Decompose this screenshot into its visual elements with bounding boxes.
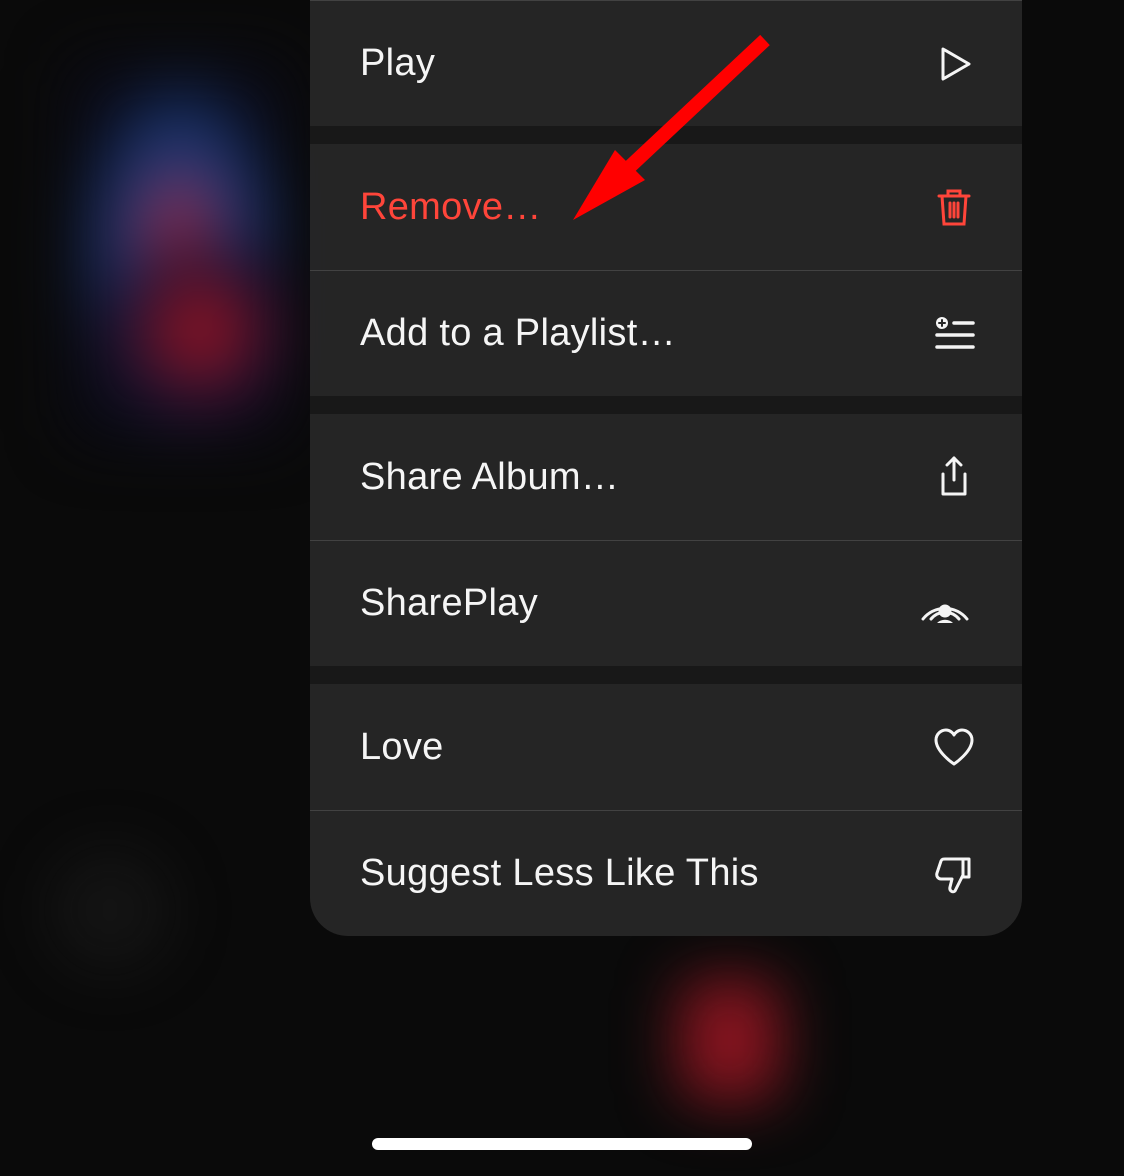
menu-item-suggest-less[interactable]: Suggest Less Like This — [310, 810, 1022, 936]
menu-item-shareplay[interactable]: SharePlay — [310, 540, 1022, 666]
menu-item-play[interactable]: Play — [310, 0, 1022, 126]
menu-label-play: Play — [360, 42, 435, 85]
context-menu: Play Remove… Add to a Playlist… — [310, 0, 1022, 936]
menu-item-add-playlist[interactable]: Add to a Playlist… — [310, 270, 1022, 396]
menu-label-remove: Remove… — [360, 186, 542, 229]
add-to-list-icon — [931, 311, 977, 357]
menu-label-add-playlist: Add to a Playlist… — [360, 312, 676, 355]
thumbs-down-icon — [931, 851, 977, 897]
menu-item-remove[interactable]: Remove… — [310, 144, 1022, 270]
menu-item-share-album[interactable]: Share Album… — [310, 414, 1022, 540]
shareplay-icon — [913, 581, 977, 627]
menu-item-love[interactable]: Love — [310, 684, 1022, 810]
trash-icon — [931, 184, 977, 230]
share-icon — [931, 454, 977, 500]
menu-label-love: Love — [360, 726, 444, 769]
heart-icon — [931, 724, 977, 770]
menu-label-suggest-less: Suggest Less Like This — [360, 852, 759, 895]
menu-label-shareplay: SharePlay — [360, 582, 538, 625]
home-indicator[interactable] — [372, 1138, 752, 1150]
play-icon — [931, 41, 977, 87]
menu-label-share-album: Share Album… — [360, 456, 619, 499]
